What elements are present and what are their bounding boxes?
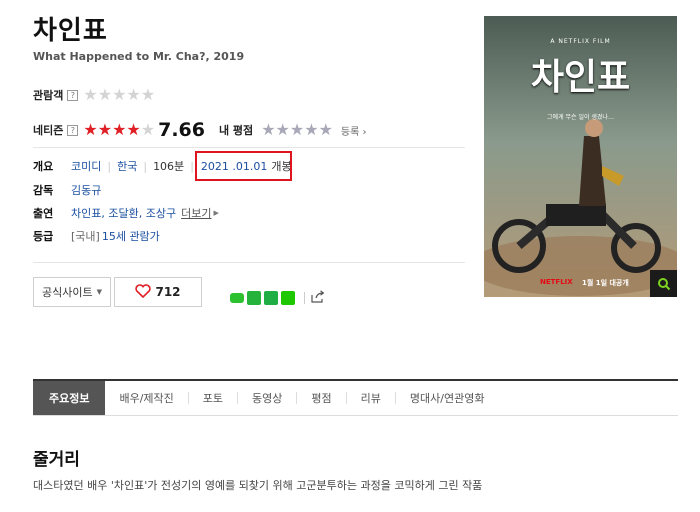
zoom-button[interactable] (650, 270, 677, 297)
grade-row: 등급 [국내] 15세 관람가 (33, 228, 160, 244)
netizen-rating-row: 네티즌 ? ★★★★★ 7.66 내 평점 ★★★★★ 등록 › (33, 119, 367, 141)
tab-reviews[interactable]: 리뷰 (347, 381, 395, 415)
poster-brand: NETFLIX (540, 278, 573, 286)
movie-subtitle: What Happened to Mr. Cha?, 2019 (33, 50, 245, 63)
overview-label: 개요 (33, 160, 54, 173)
band-icon[interactable] (247, 290, 261, 305)
separator (304, 291, 305, 304)
official-site-button[interactable]: 공식사이트 ▼ (33, 277, 111, 307)
synopsis-text: 대스타였던 배우 '차인표'가 전성기의 영예를 되찾기 위해 고군분투하는 과… (33, 479, 483, 492)
netizen-label: 네티즌 (33, 124, 64, 137)
tab-bar: 주요정보 배우/제작진 포토 동영상 평점 리뷰 명대사/연관영화 (33, 379, 678, 416)
my-rating-label: 내 평점 (218, 124, 254, 137)
line-icon[interactable] (230, 292, 244, 303)
poster-date: 1월 1일 대공개 (582, 279, 629, 287)
help-icon[interactable]: ? (67, 89, 79, 101)
netizen-stars: ★★★★★ (83, 120, 156, 139)
help-icon[interactable]: ? (67, 124, 79, 136)
director-label: 감독 (33, 184, 54, 197)
runtime: 106분 (153, 160, 185, 173)
highlight-box (195, 151, 292, 181)
divider (33, 147, 465, 148)
grade-prefix: [국내] (71, 230, 100, 243)
register-link[interactable]: 등록 › (341, 123, 367, 138)
bookmark-icon[interactable] (264, 290, 278, 305)
poster-title: 차인표 (530, 57, 631, 98)
chevron-down-icon: ▼ (96, 288, 102, 296)
audience-label: 관람객 (33, 89, 64, 102)
netizen-score: 7.66 (158, 119, 205, 141)
more-link[interactable]: 더보기 (181, 205, 211, 221)
grade-label: 등급 (33, 230, 54, 243)
movie-title: 차인표 (33, 16, 108, 46)
separator: | (143, 159, 148, 173)
cast-links[interactable]: 차인표, 조달환, 조상구 (71, 205, 176, 221)
poster-tagline: 그에게 무슨 일이 생겼나… (547, 114, 614, 121)
grade-link[interactable]: 15세 관람가 (102, 228, 160, 244)
genre-link[interactable]: 코미디 (71, 158, 101, 174)
like-count: 712 (155, 285, 181, 299)
tab-ratings[interactable]: 평점 (297, 381, 345, 415)
separator: | (107, 159, 112, 173)
poster-badge: A NETFLIX FILM (550, 38, 611, 45)
heart-icon (135, 283, 152, 301)
tab-cast-crew[interactable]: 배우/제작진 (105, 381, 187, 415)
separator: | (190, 159, 194, 173)
my-rating-stars[interactable]: ★★★★★ (261, 122, 333, 138)
caret-right-icon: ▶ (213, 209, 219, 217)
like-button[interactable]: 712 (114, 277, 202, 307)
director-row: 감독 김동규 (33, 182, 101, 198)
movie-poster[interactable]: A NETFLIX FILM 차인표 그에게 무슨 일이 생겼나… NETFLI… (484, 16, 677, 297)
naver-icon[interactable] (281, 290, 295, 305)
register-label: 등록 (340, 126, 360, 138)
chevron-right-icon: › (362, 126, 367, 138)
tab-photos[interactable]: 포토 (189, 381, 237, 415)
audience-rating-row: 관람객 ? ★★★★★ (33, 87, 155, 103)
tab-videos[interactable]: 동영상 (238, 381, 296, 415)
share-icons (230, 288, 325, 307)
synopsis-title: 줄거리 (33, 450, 80, 470)
divider (33, 262, 465, 263)
search-icon (657, 277, 670, 290)
tab-main-info[interactable]: 주요정보 (33, 381, 106, 415)
country-link[interactable]: 한국 (117, 158, 137, 174)
cast-row: 출연 차인표, 조달환, 조상구 더보기 ▶ (33, 205, 219, 221)
cast-label: 출연 (33, 207, 54, 220)
director-link[interactable]: 김동규 (71, 182, 101, 198)
official-site-label: 공식사이트 (42, 286, 93, 299)
share-icon[interactable] (311, 288, 325, 307)
tab-quotes-related[interactable]: 명대사/연관영화 (396, 381, 499, 415)
audience-stars: ★★★★★ (83, 85, 156, 104)
